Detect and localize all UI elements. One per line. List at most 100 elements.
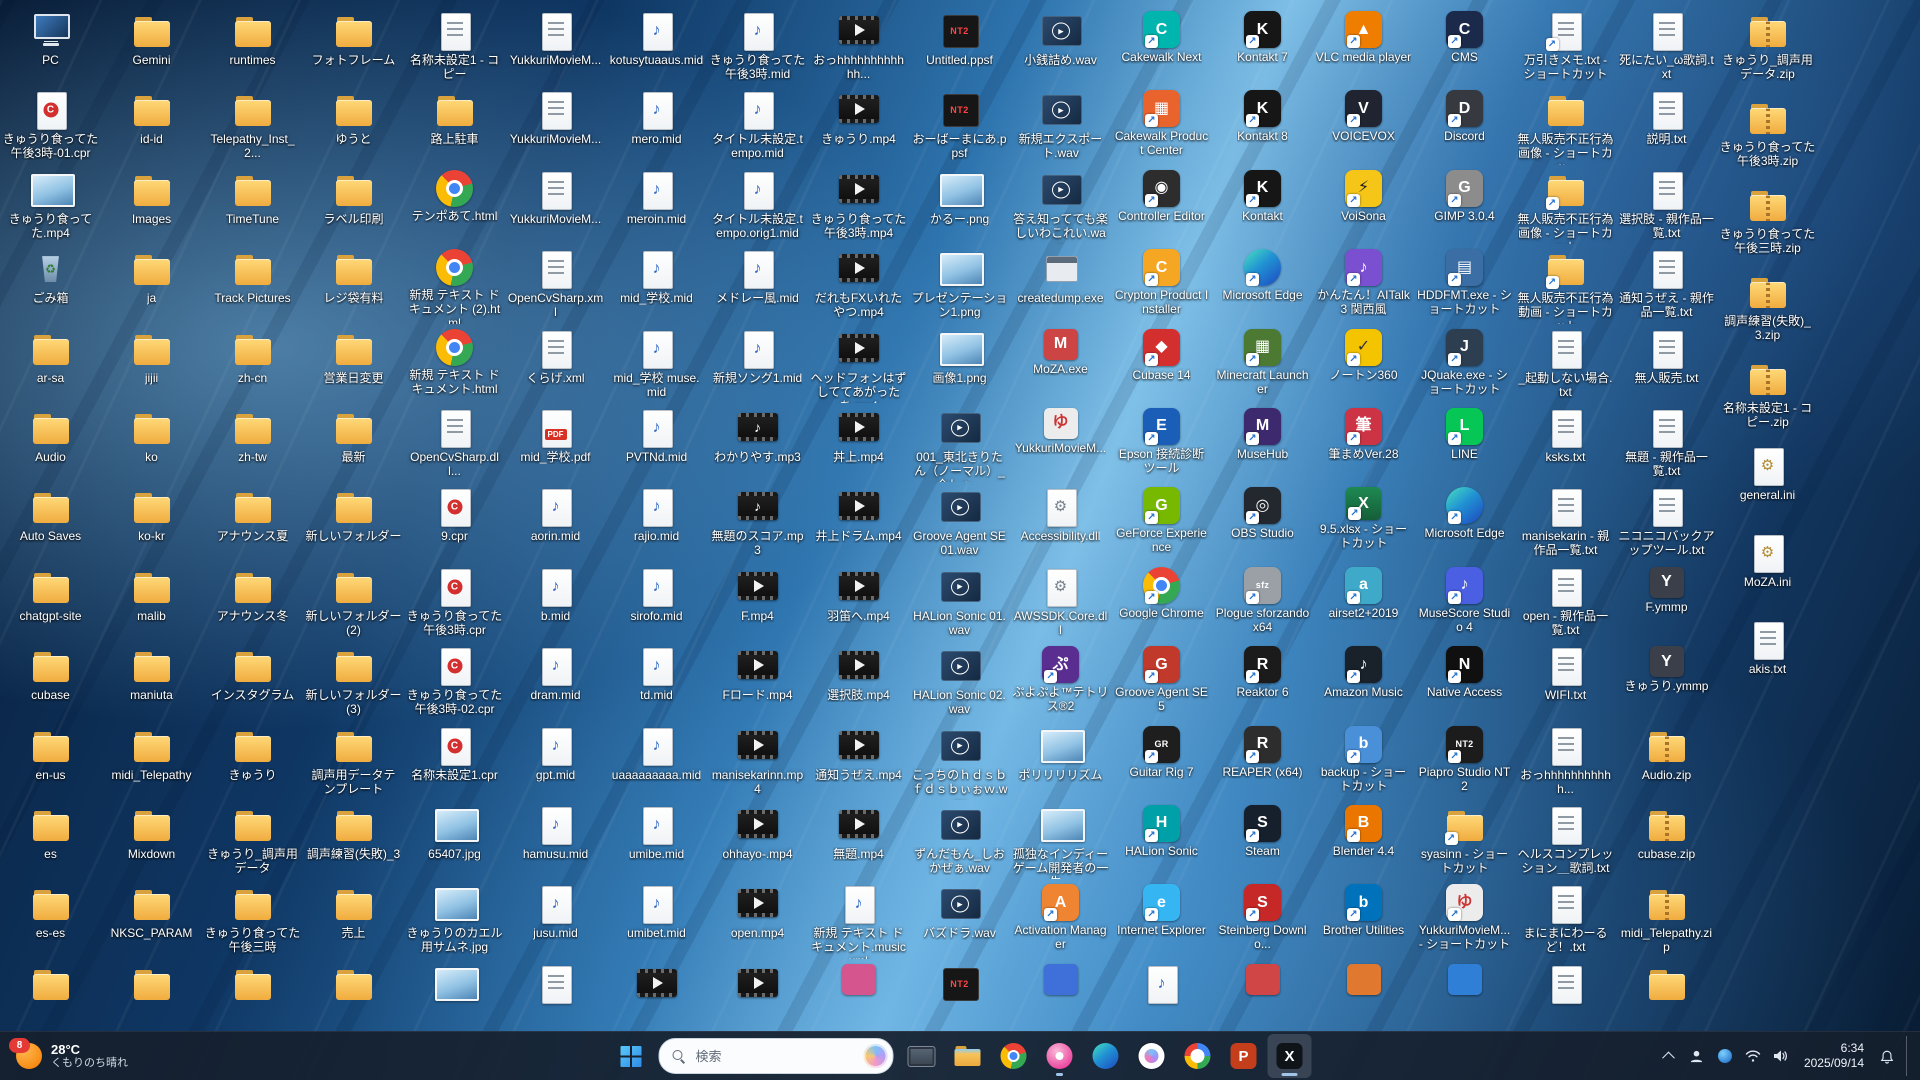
- desktop-icon[interactable]: ♪↗Amazon Music: [1313, 641, 1414, 720]
- desktop-icon[interactable]: [1515, 959, 1616, 1038]
- desktop-icon[interactable]: e↗Internet Explorer: [1111, 879, 1212, 958]
- desktop-icon[interactable]: Audio.zip: [1616, 721, 1717, 800]
- desktop-icon[interactable]: F.mp4: [707, 562, 808, 641]
- desktop-icon[interactable]: プレゼンテーション1.png: [909, 244, 1010, 323]
- desktop-icon[interactable]: ぷ↗ぷよぷよ™テトリス®2: [1010, 641, 1111, 720]
- desktop-icon[interactable]: B↗Blender 4.4: [1313, 800, 1414, 879]
- desktop-icon[interactable]: 名称未設定1 - コピー: [404, 6, 505, 85]
- desktop-icon[interactable]: sfz↗Plogue sforzando x64: [1212, 562, 1313, 641]
- edge-app-button[interactable]: [1084, 1034, 1128, 1078]
- desktop-icon[interactable]: A↗Activation Manager: [1010, 879, 1111, 958]
- desktop-icon[interactable]: a↗airset2+2019: [1313, 562, 1414, 641]
- desktop-icon[interactable]: ゆ↗YukkuriMovieM... - ショートカット: [1414, 879, 1515, 958]
- desktop-icon[interactable]: Track Pictures: [202, 244, 303, 323]
- desktop-icon[interactable]: MoZA.ini: [1717, 528, 1818, 615]
- desktop-icon[interactable]: きゅうり食ってた午後3時.zip: [1717, 93, 1818, 180]
- desktop-icon[interactable]: 名称未設定1.cpr: [404, 721, 505, 800]
- search-input[interactable]: [694, 1048, 856, 1065]
- desktop-icon[interactable]: mid_学校.pdf: [505, 403, 606, 482]
- desktop-icon[interactable]: 通知うぜえ.mp4: [808, 721, 909, 800]
- desktop-icon[interactable]: ↗無人販売不正行為動画 - ショートカット: [1515, 244, 1616, 323]
- desktop-icon[interactable]: 新しいフォルダー (2): [303, 562, 404, 641]
- desktop-icon[interactable]: ゆうと: [303, 85, 404, 164]
- desktop-icon[interactable]: HALion Sonic 01.wav: [909, 562, 1010, 641]
- desktop-icon[interactable]: メドレー風.mid: [707, 244, 808, 323]
- desktop-icon[interactable]: ↗万引きメモ.txt - ショートカット: [1515, 6, 1616, 85]
- desktop-icon[interactable]: 通知うぜえ - 親作品一覧.txt: [1616, 244, 1717, 323]
- desktop-icon[interactable]: 説明.txt: [1616, 85, 1717, 164]
- notification-bell-button[interactable]: [1874, 1038, 1900, 1074]
- desktop-icon[interactable]: 新しいフォルダー (3): [303, 641, 404, 720]
- desktop-icon[interactable]: 孤独なインディーゲーム開発者の一生...: [1010, 800, 1111, 879]
- desktop-icon[interactable]: K↗Kontakt 8: [1212, 85, 1313, 164]
- desktop-icon[interactable]: C↗CMS: [1414, 6, 1515, 85]
- desktop-icon[interactable]: [202, 959, 303, 1038]
- desktop-icon[interactable]: 井上ドラム.mp4: [808, 482, 909, 561]
- desktop-icon[interactable]: runtimes: [202, 6, 303, 85]
- desktop-icon[interactable]: [505, 959, 606, 1038]
- desktop-icon[interactable]: テンポあて.html: [404, 165, 505, 244]
- desktop-icon[interactable]: mid_学校 muse.mid: [606, 324, 707, 403]
- desktop-icon[interactable]: 答え知ってても楽しいわこれい.wav: [1010, 165, 1111, 244]
- desktop-icon[interactable]: M↗MuseHub: [1212, 403, 1313, 482]
- desktop-icon[interactable]: ♪↗MuseScore Studio 4: [1414, 562, 1515, 641]
- desktop-icon[interactable]: 売上: [303, 879, 404, 958]
- desktop-icon[interactable]: hamusu.mid: [505, 800, 606, 879]
- person-tray-button[interactable]: [1684, 1038, 1710, 1074]
- desktop-icon[interactable]: 無題 - 親作品一覧.txt: [1616, 403, 1717, 482]
- desktop-icon[interactable]: Audio: [0, 403, 101, 482]
- desktop-icon[interactable]: ごみ箱: [0, 244, 101, 323]
- desktop-icon[interactable]: きゅうり_調声用データ.zip: [1717, 6, 1818, 93]
- desktop-icon[interactable]: ▦↗Minecraft Launcher: [1212, 324, 1313, 403]
- desktop-icon[interactable]: ラベル印刷: [303, 165, 404, 244]
- desktop-icon[interactable]: [1414, 959, 1515, 1038]
- desktop-icon[interactable]: 調声練習(失敗)_3: [303, 800, 404, 879]
- volume-tray-button[interactable]: [1768, 1038, 1794, 1074]
- desktop-icon[interactable]: [303, 959, 404, 1038]
- desktop-icon[interactable]: ▤↗HDDFMT.exe - ショートカット: [1414, 244, 1515, 323]
- desktop-icon[interactable]: R↗Reaktor 6: [1212, 641, 1313, 720]
- desktop-icon[interactable]: uaaaaaaaaa.mid: [606, 721, 707, 800]
- desktop-icon[interactable]: [1010, 959, 1111, 1038]
- network-tray-button[interactable]: [1740, 1038, 1766, 1074]
- weather-widget[interactable]: 8 28°C くもりのち晴れ: [4, 1032, 140, 1080]
- desktop-icon[interactable]: [1212, 959, 1313, 1038]
- desktop-icon[interactable]: ⚡↗VoiSona: [1313, 165, 1414, 244]
- desktop-icon[interactable]: midi_Telepathy: [101, 721, 202, 800]
- desktop-icon[interactable]: [707, 959, 808, 1038]
- desktop-icon[interactable]: AWSSDK.Core.dll: [1010, 562, 1111, 641]
- desktop-icon[interactable]: maniuta: [101, 641, 202, 720]
- music-app-button[interactable]: [1038, 1034, 1082, 1078]
- desktop-icon[interactable]: dram.mid: [505, 641, 606, 720]
- desktop-icon[interactable]: 最新: [303, 403, 404, 482]
- desktop-icon[interactable]: ↗Google Chrome: [1111, 562, 1212, 641]
- desktop-icon[interactable]: TimeTune: [202, 165, 303, 244]
- desktop-icon[interactable]: わかりやす.mp3: [707, 403, 808, 482]
- desktop-icon[interactable]: K↗Kontakt 7: [1212, 6, 1313, 85]
- desktop-icon[interactable]: es-es: [0, 879, 101, 958]
- desktop-icon[interactable]: ohhayo-.mp4: [707, 800, 808, 879]
- desktop-icon[interactable]: 路上駐車: [404, 85, 505, 164]
- desktop-icon[interactable]: umibe.mid: [606, 800, 707, 879]
- desktop-icon[interactable]: だれもFXいれたやつ.mp4: [808, 244, 909, 323]
- desktop-icon[interactable]: バズドラ.wav: [909, 879, 1010, 958]
- desktop-icon[interactable]: ksks.txt: [1515, 403, 1616, 482]
- copilot-icon[interactable]: [864, 1044, 888, 1068]
- desktop-icon[interactable]: G↗GIMP 3.0.4: [1414, 165, 1515, 244]
- desktop-icon[interactable]: OpenCvSharp.xml: [505, 244, 606, 323]
- desktop-icon[interactable]: [0, 959, 101, 1038]
- desktop-icon[interactable]: ↗Microsoft Edge: [1414, 482, 1515, 561]
- desktop-icon[interactable]: C↗Cakewalk Next: [1111, 6, 1212, 85]
- desktop-icon[interactable]: Auto Saves: [0, 482, 101, 561]
- desktop-icon[interactable]: GR↗Guitar Rig 7: [1111, 721, 1212, 800]
- desktop-icon[interactable]: Images: [101, 165, 202, 244]
- desktop-icon[interactable]: K↗Kontakt: [1212, 165, 1313, 244]
- desktop-icon[interactable]: [1616, 959, 1717, 1038]
- desktop-icon[interactable]: 新しいフォルダー: [303, 482, 404, 561]
- desktop-icon[interactable]: YukkuriMovieM...: [505, 6, 606, 85]
- bluetooth-tray-button[interactable]: [1712, 1038, 1738, 1074]
- desktop-icon[interactable]: 無人販売.txt: [1616, 324, 1717, 403]
- desktop-icon[interactable]: きゅうり食ってた午後3時.mp4: [808, 165, 909, 244]
- device-app-button[interactable]: [900, 1034, 944, 1078]
- desktop-icon[interactable]: おっhhhhhhhhhhh...: [1515, 721, 1616, 800]
